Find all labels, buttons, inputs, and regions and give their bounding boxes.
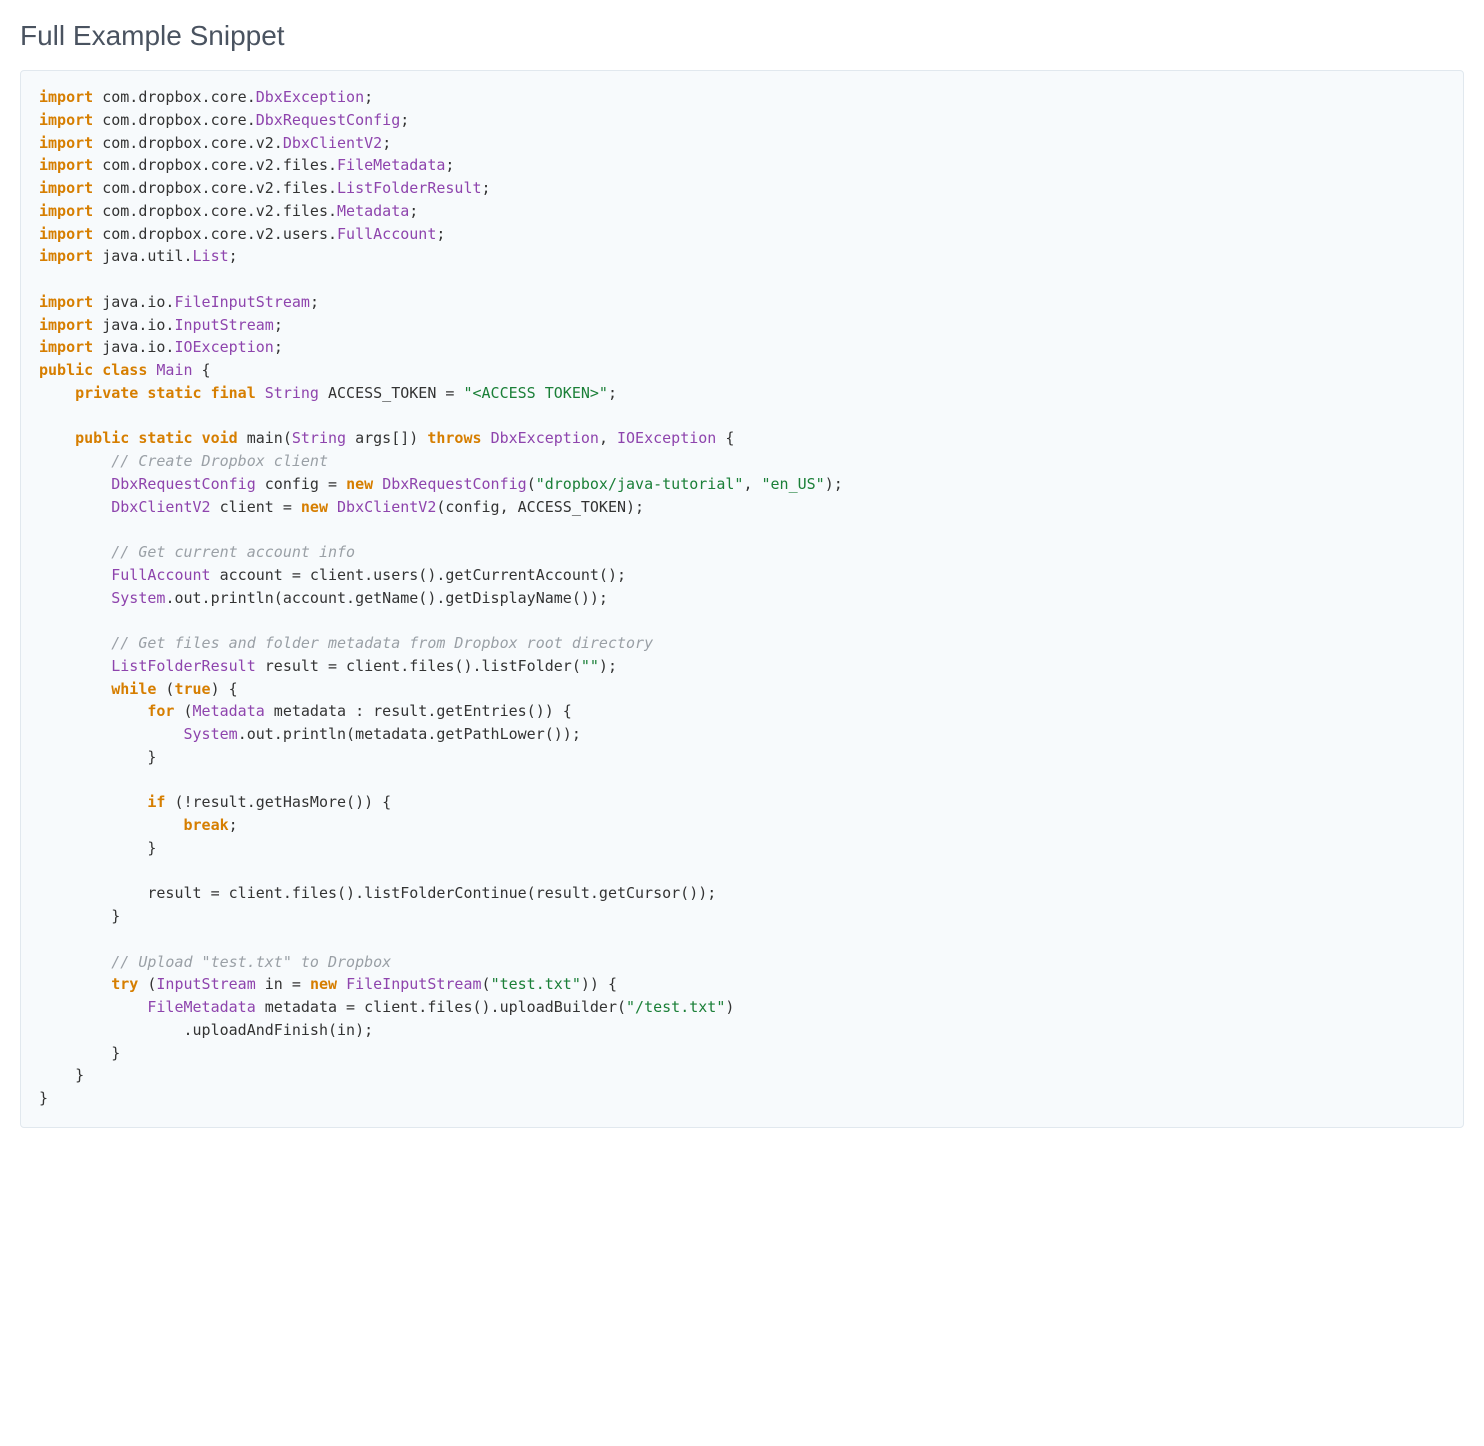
page-title: Full Example Snippet <box>20 20 1464 52</box>
code-content: import com.dropbox.core.DbxException; im… <box>39 88 843 1107</box>
code-snippet: import com.dropbox.core.DbxException; im… <box>20 70 1464 1128</box>
